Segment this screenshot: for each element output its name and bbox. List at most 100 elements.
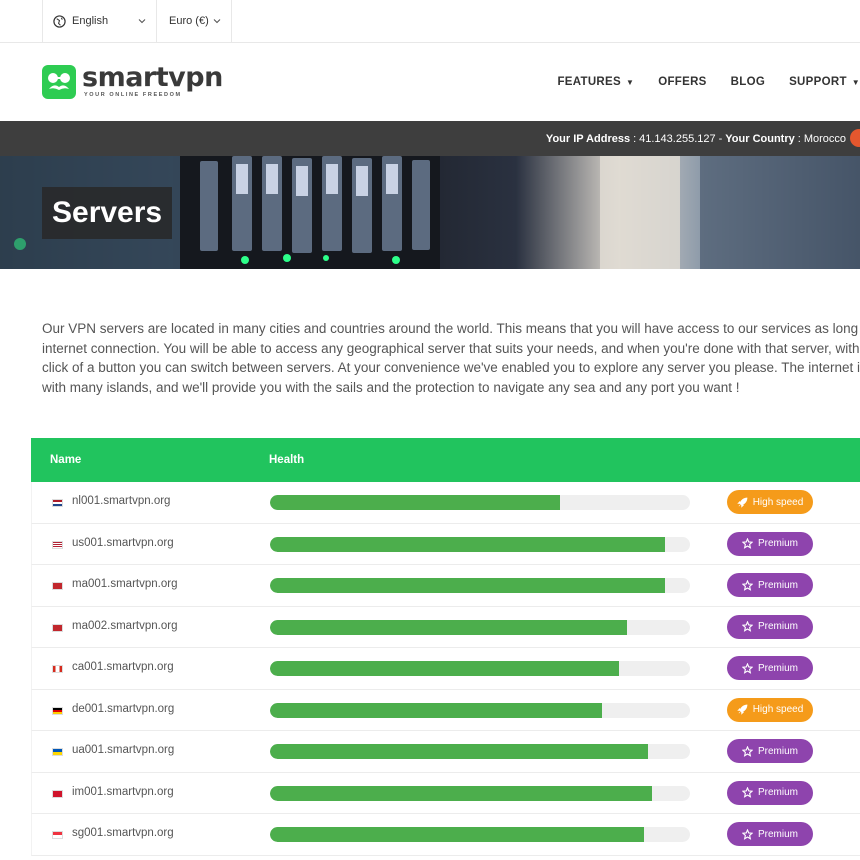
server-host: ca001.smartvpn.org [72, 661, 174, 673]
flag-ma-icon [52, 623, 63, 632]
health-bar-fill [270, 495, 560, 510]
status-dot[interactable] [850, 129, 860, 147]
country-value: Morocco [803, 132, 846, 145]
server-host: us001.smartvpn.org [72, 536, 174, 549]
flag-sg-icon [52, 831, 63, 839]
main-nav: FEATURES ▼ OFFERS BLOG SUPPORT ▼ [533, 43, 860, 121]
table-row[interactable]: ua001.smartvpn.org Premium [31, 731, 860, 773]
column-header-health: Health [269, 454, 305, 466]
nav-support[interactable]: SUPPORT ▼ [789, 76, 860, 88]
health-bar [270, 785, 690, 801]
chevron-down-icon [213, 19, 221, 24]
table-body: nl001.smartvpn.org High speed us001.smartv… [31, 482, 860, 856]
badge-label: High speed [752, 496, 804, 508]
flag-ma-icon [52, 582, 63, 590]
premium-badge[interactable]: Premium [727, 780, 813, 805]
badge-label: Premium [757, 745, 798, 757]
table-row[interactable]: im001.smartvpn.org Premium [31, 772, 860, 814]
nav-support-label: SUPPORT [789, 76, 847, 88]
table-row[interactable]: ma002.smartvpn.org Premium [31, 606, 860, 648]
flag-im-icon [52, 789, 63, 798]
intro-line: click of a button you can switch between… [42, 360, 860, 376]
nav-features[interactable]: FEATURES ▼ [557, 76, 634, 88]
high-speed-badge[interactable]: High speed [727, 490, 813, 514]
language-selector[interactable]: English [42, 0, 156, 42]
site-header: smartvpn YOUR ONLINE FREEDOM FEATURES ▼ … [0, 43, 860, 121]
health-bar-fill [270, 785, 653, 801]
star-icon [741, 662, 753, 674]
health-bar [270, 619, 690, 635]
star-icon [741, 621, 753, 632]
server-host: nl001.smartvpn.org [72, 495, 171, 507]
premium-badge[interactable]: Premium [727, 739, 813, 763]
premium-badge[interactable]: Premium [727, 614, 813, 639]
chevron-down-icon [138, 19, 146, 24]
intro-paragraph: Our VPN servers are located in many citi… [42, 319, 860, 397]
health-bar-fill [270, 702, 602, 718]
health-bar-fill [270, 661, 619, 676]
health-bar [270, 702, 690, 718]
table-row[interactable]: nl001.smartvpn.org High speed [31, 482, 860, 524]
health-bar [270, 536, 690, 552]
caret-down-icon: ▼ [851, 77, 860, 87]
star-icon [741, 787, 753, 798]
high-speed-badge[interactable]: High speed [727, 697, 813, 722]
premium-badge[interactable]: Premium [727, 822, 813, 846]
servers-table: Name Health nl001.smartvpn.org High speed… [31, 438, 860, 856]
health-bar-fill [270, 578, 665, 593]
table-row[interactable]: ma001.smartvpn.org Premium [31, 565, 860, 607]
logo-mark [42, 65, 76, 99]
top-bar: English Euro (€) [0, 0, 860, 43]
star-icon [741, 538, 753, 549]
intro-line: internet connection. You will be able to… [42, 340, 860, 356]
nav-offers[interactable]: OFFERS [658, 76, 706, 88]
caret-down-icon: ▼ [625, 77, 635, 87]
ip-info-bar: Your IP Address : 41.143.255.127 - Your … [0, 121, 860, 156]
premium-badge[interactable]: Premium [727, 531, 813, 556]
hero-banner: Servers [0, 156, 860, 269]
badge-label: Premium [757, 579, 798, 591]
table-row[interactable]: de001.smartvpn.org High speed [31, 689, 860, 731]
badge-label: Premium [757, 662, 798, 674]
health-bar [270, 661, 690, 676]
server-host: ua001.smartvpn.org [72, 744, 175, 756]
badge-label: High speed [752, 704, 804, 715]
badge-label: Premium [757, 538, 798, 549]
ip-info: Your IP Address : 41.143.255.127 - Your … [545, 132, 846, 145]
intro-line: with many islands, and we'll provide you… [42, 379, 740, 395]
server-host: im001.smartvpn.org [72, 785, 174, 798]
table-row[interactable]: ca001.smartvpn.org Premium [31, 648, 860, 690]
logo-wordmark: smartvpn [82, 62, 223, 93]
health-bar-fill [270, 619, 627, 635]
page-title: Servers [42, 187, 173, 239]
premium-badge[interactable]: Premium [727, 573, 813, 597]
language-label: English [72, 15, 109, 27]
server-host: ma002.smartvpn.org [72, 619, 178, 632]
premium-badge[interactable]: Premium [727, 656, 813, 680]
currency-label: Euro (€) [169, 15, 209, 27]
health-bar-fill [270, 827, 644, 842]
currency-selector[interactable]: Euro (€) [156, 0, 232, 42]
flag-ca-icon [52, 665, 63, 673]
nav-blog-label: BLOG [730, 76, 766, 88]
flag-ua-icon [52, 748, 63, 756]
badge-label: Premium [757, 787, 798, 798]
server-host: de001.smartvpn.org [72, 702, 175, 715]
server-host: sg001.smartvpn.org [72, 827, 174, 839]
nav-blog[interactable]: BLOG [731, 76, 765, 88]
table-row[interactable]: sg001.smartvpn.org Premium [31, 814, 860, 856]
star-icon [741, 579, 753, 591]
table-header: Name Health [31, 438, 860, 482]
flag-de-icon [52, 706, 63, 715]
table-row[interactable]: us001.smartvpn.org Premium [31, 523, 860, 565]
health-bar [270, 744, 690, 759]
star-icon [741, 745, 753, 757]
health-bar-fill [270, 536, 665, 552]
flag-nl-icon [52, 499, 63, 507]
rocket-icon [736, 497, 748, 508]
logo[interactable]: smartvpn YOUR ONLINE FREEDOM [42, 62, 223, 99]
country-label: Your Country [725, 132, 795, 145]
badge-label: Premium [757, 621, 798, 632]
health-bar [270, 495, 690, 510]
badge-label: Premium [757, 828, 798, 840]
